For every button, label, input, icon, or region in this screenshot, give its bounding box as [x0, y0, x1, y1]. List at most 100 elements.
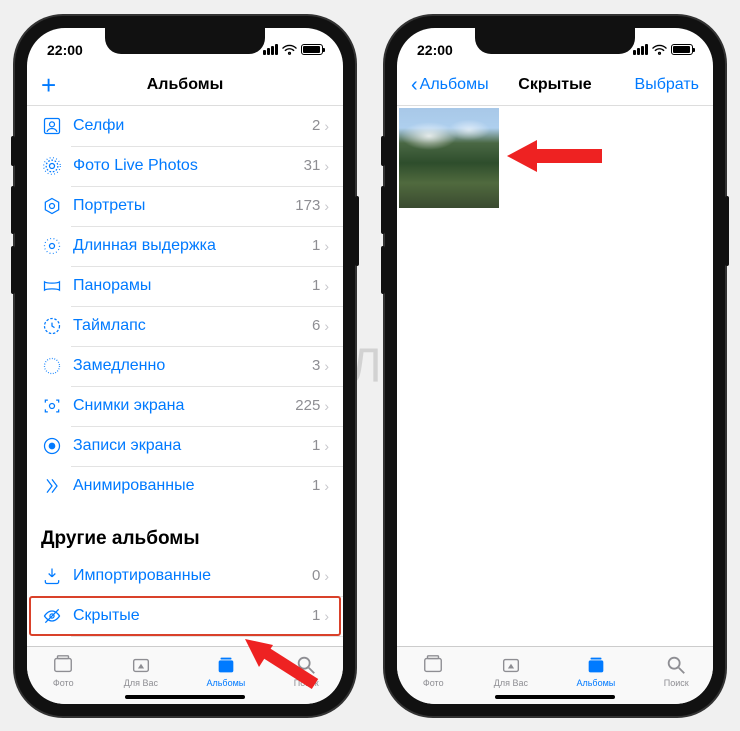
search-tab-icon	[294, 654, 318, 676]
select-button[interactable]: Выбрать	[621, 66, 713, 105]
chevron-right-icon: ›	[324, 318, 329, 334]
row-label: Замедленно	[73, 357, 312, 375]
screenshot-icon	[41, 395, 63, 417]
back-label: Альбомы	[420, 76, 489, 94]
albums-list[interactable]: Селфи 2 › Фото Live Photos 31 › Портреты…	[27, 106, 343, 646]
home-indicator[interactable]	[495, 695, 615, 699]
chevron-right-icon: ›	[324, 358, 329, 374]
chevron-right-icon: ›	[324, 478, 329, 494]
tab-label: Поиск	[294, 678, 319, 688]
album-row-panoramas[interactable]: Панорамы 1 ›	[27, 266, 343, 306]
album-row-animated[interactable]: Анимированные 1 ›	[27, 466, 343, 506]
row-label: Фото Live Photos	[73, 157, 304, 175]
tab-search[interactable]: Поиск	[294, 654, 319, 688]
albums-tab-icon	[584, 654, 608, 676]
for-you-tab-icon	[129, 654, 153, 676]
section-header-other: Другие альбомы	[27, 506, 343, 556]
album-row-screenshots[interactable]: Снимки экрана 225 ›	[27, 386, 343, 426]
chevron-right-icon: ›	[324, 278, 329, 294]
album-row-slomo[interactable]: Замедленно 3 ›	[27, 346, 343, 386]
tab-label: Фото	[53, 678, 74, 688]
album-row-selfie[interactable]: Селфи 2 ›	[27, 106, 343, 146]
signal-icon	[633, 44, 648, 55]
album-row-hidden[interactable]: Скрытые 1 ›	[27, 596, 343, 636]
status-time: 22:00	[417, 42, 453, 58]
for-you-tab-icon	[499, 654, 523, 676]
phone-frame-right: 22:00 ‹ Альбомы Скрытые Выбрать Ф	[385, 16, 725, 716]
status-time: 22:00	[47, 42, 83, 58]
battery-icon	[671, 44, 693, 55]
row-count: 1	[312, 607, 320, 624]
hidden-photos-grid[interactable]	[397, 106, 713, 646]
home-indicator[interactable]	[125, 695, 245, 699]
chevron-right-icon: ›	[324, 438, 329, 454]
tab-for-you[interactable]: Для Вас	[124, 654, 158, 688]
signal-icon	[263, 44, 278, 55]
row-label: Снимки экрана	[73, 397, 295, 415]
tab-photos[interactable]: Фото	[51, 654, 75, 688]
row-count: 225	[295, 397, 320, 414]
row-count: 1	[312, 477, 320, 494]
photos-tab-icon	[51, 654, 75, 676]
tab-photos[interactable]: Фото	[421, 654, 445, 688]
album-row-imported[interactable]: Импортированные 0 ›	[27, 556, 343, 596]
row-label: Скрытые	[73, 607, 312, 625]
row-label: Панорамы	[73, 277, 312, 295]
hidden-icon	[41, 605, 63, 627]
row-count: 1	[312, 277, 320, 294]
chevron-right-icon: ›	[324, 118, 329, 134]
long-exposure-icon	[41, 235, 63, 257]
photo-thumbnail[interactable]	[399, 108, 499, 208]
phone-frame-left: 22:00 + Альбомы Селфи 2 › Фото Live Phot…	[15, 16, 355, 716]
nav-bar: ‹ Альбомы Скрытые Выбрать	[397, 66, 713, 106]
nav-title: Альбомы	[147, 76, 224, 94]
slomo-icon	[41, 355, 63, 377]
album-row-portraits[interactable]: Портреты 173 ›	[27, 186, 343, 226]
tab-label: Альбомы	[576, 678, 615, 688]
tab-albums[interactable]: Альбомы	[206, 654, 245, 688]
animated-icon	[41, 475, 63, 497]
chevron-right-icon: ›	[324, 198, 329, 214]
row-count: 6	[312, 317, 320, 334]
albums-tab-icon	[214, 654, 238, 676]
wifi-icon	[282, 44, 297, 56]
battery-icon	[301, 44, 323, 55]
row-count: 1	[312, 237, 320, 254]
tab-search[interactable]: Поиск	[664, 654, 689, 688]
album-row-longexp[interactable]: Длинная выдержка 1 ›	[27, 226, 343, 266]
row-label: Импортированные	[73, 567, 312, 585]
search-tab-icon	[664, 654, 688, 676]
timelapse-icon	[41, 315, 63, 337]
row-count: 31	[304, 157, 321, 174]
row-count: 2	[312, 117, 320, 134]
row-count: 3	[312, 357, 320, 374]
album-row-timelapse[interactable]: Таймлапс 6 ›	[27, 306, 343, 346]
selfie-icon	[41, 115, 63, 137]
row-label: Анимированные	[73, 477, 312, 495]
nav-bar: + Альбомы	[27, 66, 343, 106]
annotation-arrow	[507, 136, 602, 176]
tab-label: Для Вас	[124, 678, 158, 688]
row-count: 0	[312, 567, 320, 584]
nav-title: Скрытые	[518, 76, 591, 94]
row-label: Портреты	[73, 197, 295, 215]
wifi-icon	[652, 44, 667, 56]
album-row-recently-deleted[interactable]: Недавно удаленные 465 ›	[27, 636, 343, 646]
tab-albums[interactable]: Альбомы	[576, 654, 615, 688]
notch	[105, 28, 265, 54]
row-label: Записи экрана	[73, 437, 312, 455]
row-label: Длинная выдержка	[73, 237, 312, 255]
back-button[interactable]: ‹ Альбомы	[397, 66, 503, 105]
trash-icon	[41, 645, 63, 646]
row-label: Селфи	[73, 117, 312, 135]
album-row-screenrec[interactable]: Записи экрана 1 ›	[27, 426, 343, 466]
tab-for-you[interactable]: Для Вас	[494, 654, 528, 688]
album-row-live[interactable]: Фото Live Photos 31 ›	[27, 146, 343, 186]
tab-label: Поиск	[664, 678, 689, 688]
add-button[interactable]: +	[27, 66, 70, 105]
screen-recording-icon	[41, 435, 63, 457]
tab-label: Фото	[423, 678, 444, 688]
chevron-right-icon: ›	[324, 158, 329, 174]
chevron-right-icon: ›	[324, 608, 329, 624]
row-count: 1	[312, 437, 320, 454]
